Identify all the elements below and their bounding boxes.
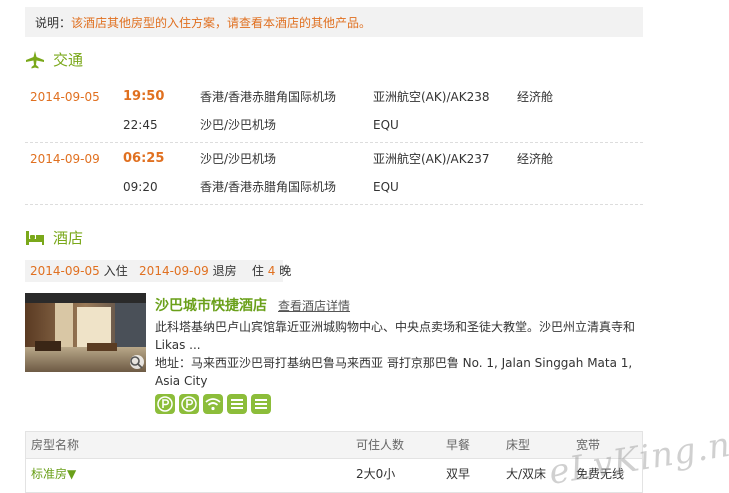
checkout-date: 2014-09-09 — [139, 264, 209, 278]
stay-suffix: 晚 — [279, 264, 292, 278]
departure-time: 19:50 — [123, 89, 165, 104]
divider — [25, 142, 643, 143]
arrival-time: 22:45 — [123, 118, 158, 132]
divider — [25, 204, 643, 205]
transport-title: 交通 — [53, 51, 84, 69]
col-room-type: 房型名称 — [31, 438, 80, 452]
arrival-airport: 香港/香港赤腊角国际机场 — [200, 180, 337, 194]
hotel-name[interactable]: 沙巴城市快捷酒店 — [155, 295, 267, 315]
cabin-class: 经济舱 — [517, 90, 554, 104]
hotel-address: 地址：马来西亚沙巴哥打基纳巴鲁马来西亚 哥打京那巴鲁 No. 1, Jalan … — [155, 356, 633, 388]
flight-number: 亚洲航空(AK)/AK237 — [373, 152, 490, 166]
hotel-heading: 酒店 — [25, 227, 83, 248]
stay-summary: 2014-09-05 入住 2014-09-09 退房 住 4 晚 — [25, 260, 291, 282]
flight-date: 2014-09-09 — [30, 152, 100, 166]
departure-airport: 沙巴/沙巴机场 — [200, 152, 277, 166]
flight-number: 亚洲航空(AK)/AK238 — [373, 90, 490, 104]
flight-segment: 2014-09-05 19:50 香港/香港赤腊角国际机场 亚洲航空(AK)/A… — [25, 83, 643, 139]
magnifier-icon[interactable] — [129, 355, 143, 369]
flight-departure-row: 2014-09-05 19:50 香港/香港赤腊角国际机场 亚洲航空(AK)/A… — [25, 83, 643, 111]
parking-icon — [155, 394, 175, 414]
notice-text: 该酒店其他房型的入住方案，请查看本酒店的其他产品。 — [71, 16, 372, 30]
notice-label: 说明： — [35, 16, 72, 30]
nights-count: 4 — [267, 264, 276, 278]
checkin-date: 2014-09-05 — [30, 264, 100, 278]
restaurant-icon — [251, 394, 271, 414]
col-bed: 床型 — [506, 438, 531, 452]
departure-time: 06:25 — [123, 151, 165, 166]
col-occupancy: 可住人数 — [356, 438, 405, 452]
checkout-label: 退房 — [212, 264, 237, 278]
wifi-icon — [203, 394, 223, 414]
room-type-toggle[interactable]: 标准房▼ — [31, 459, 76, 489]
room-occupancy: 2大0小 — [356, 467, 396, 481]
hotel-photo[interactable] — [25, 293, 146, 372]
flight-segment: 2014-09-09 06:25 沙巴/沙巴机场 亚洲航空(AK)/AK237 … — [25, 145, 643, 201]
flight-departure-row: 2014-09-09 06:25 沙巴/沙巴机场 亚洲航空(AK)/AK237 … — [25, 145, 643, 173]
hotel-description: 此科塔基纳巴卢山宾馆靠近亚洲城购物中心、中央点卖场和圣徒大教堂。沙巴州立清真寺和… — [155, 320, 636, 352]
flight-arrival-row: 09:20 香港/香港赤腊角国际机场 EQU — [25, 173, 643, 201]
aircraft-code: EQU — [373, 180, 399, 194]
transport-heading: 交通 — [25, 49, 83, 70]
room-bed: 大/双床 — [506, 467, 547, 481]
arrival-airport: 沙巴/沙巴机场 — [200, 118, 277, 132]
flight-date: 2014-09-05 — [30, 90, 100, 104]
arrival-time: 09:20 — [123, 180, 158, 194]
hotel-section-title: 酒店 — [53, 229, 84, 247]
amenity-icons — [155, 394, 271, 414]
col-breakfast: 早餐 — [446, 438, 471, 452]
bed-icon — [26, 230, 44, 245]
aircraft-code: EQU — [373, 118, 399, 132]
cabin-class: 经济舱 — [517, 152, 554, 166]
restaurant-icon — [227, 394, 247, 414]
airplane-icon — [26, 50, 44, 68]
flight-arrival-row: 22:45 沙巴/沙巴机场 EQU — [25, 111, 643, 139]
parking-icon — [179, 394, 199, 414]
notice-bar: 说明：该酒店其他房型的入住方案，请查看本酒店的其他产品。 — [25, 7, 643, 37]
stay-prefix: 住 — [251, 264, 264, 278]
checkin-label: 入住 — [103, 264, 128, 278]
room-breakfast: 双早 — [446, 467, 471, 481]
hotel-detail-link[interactable]: 查看酒店详情 — [278, 297, 350, 314]
departure-airport: 香港/香港赤腊角国际机场 — [200, 90, 337, 104]
